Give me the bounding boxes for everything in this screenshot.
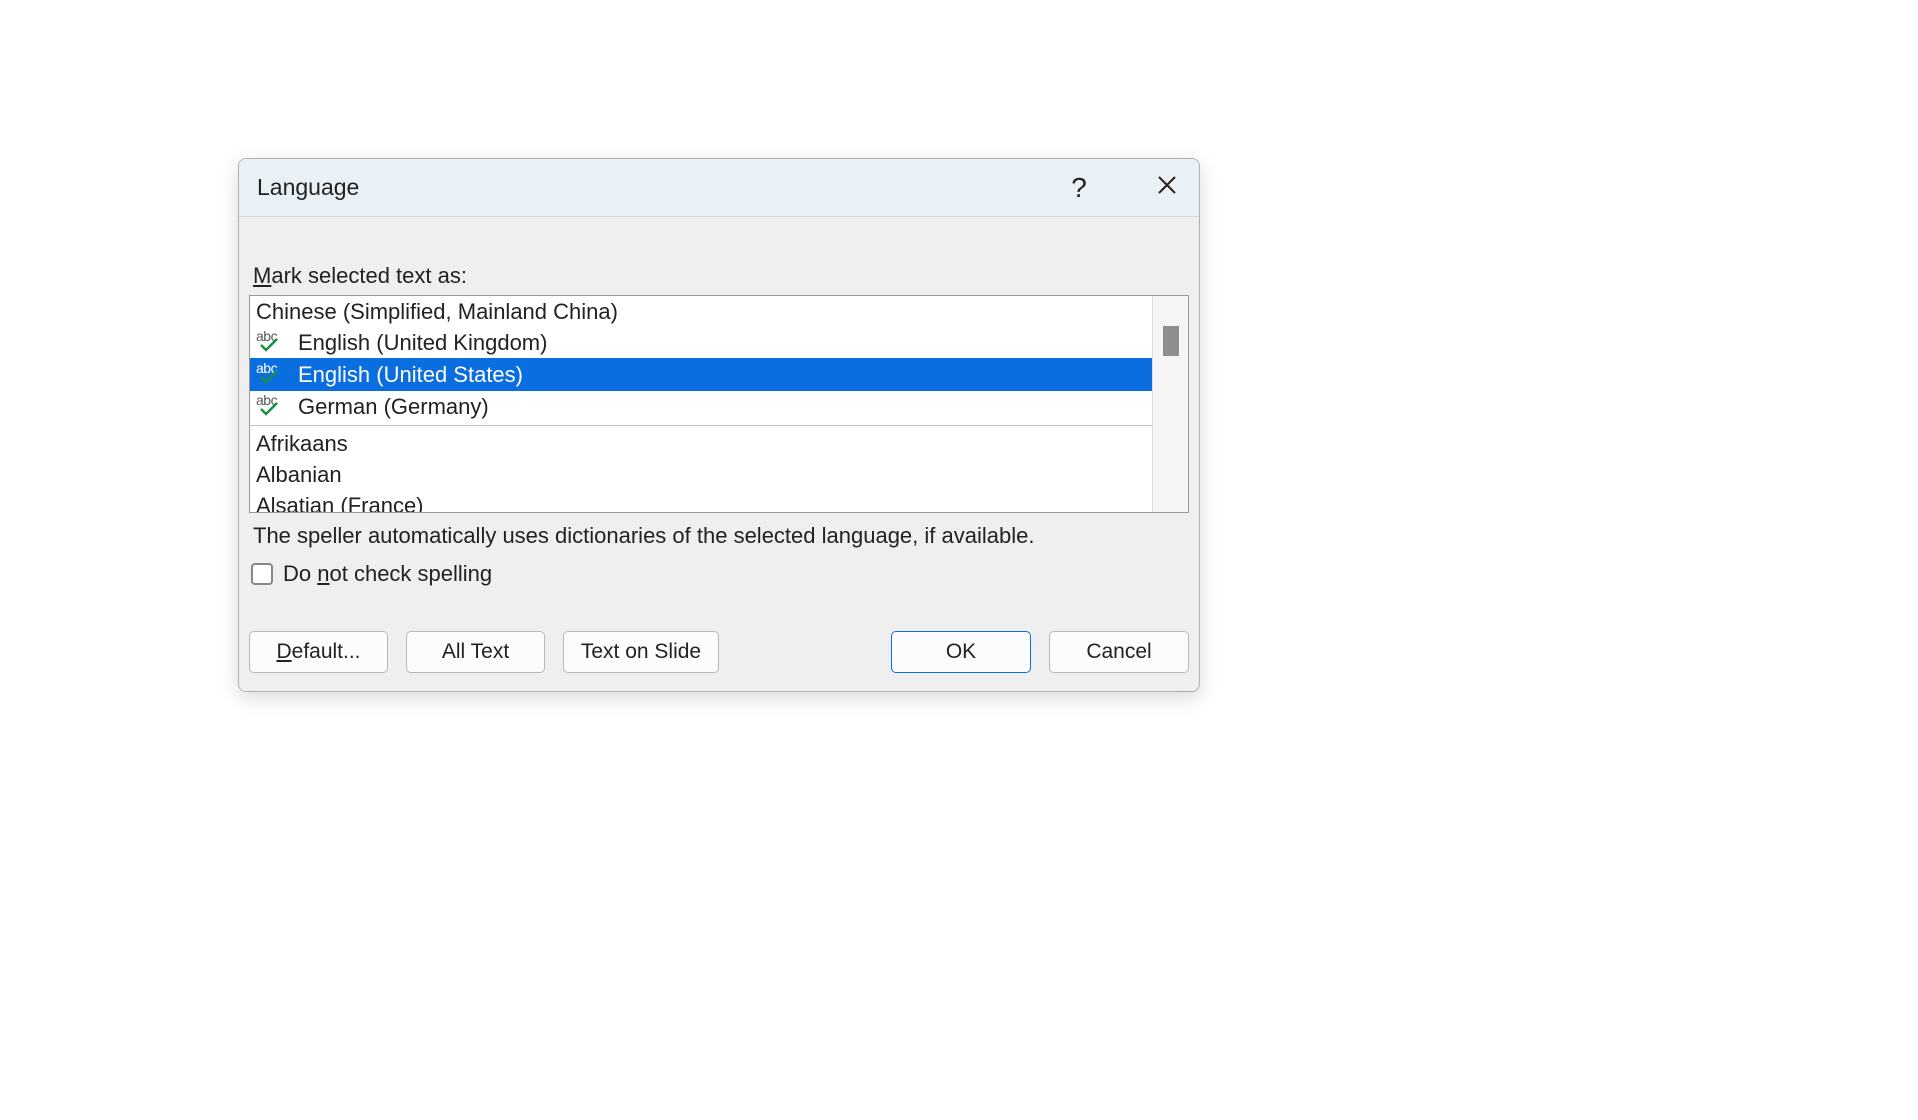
list-item[interactable]: Chinese (Simplified, Mainland China): [250, 296, 1152, 327]
list-item[interactable]: abc English (United Kingdom): [250, 327, 1152, 358]
list-item-selected[interactable]: abc English (United States): [250, 358, 1152, 391]
spelling-icon: abc: [256, 396, 286, 418]
language-listbox[interactable]: Chinese (Simplified, Mainland China) abc…: [249, 295, 1189, 513]
list-item[interactable]: abc German (Germany): [250, 391, 1152, 422]
spelling-icon: abc: [256, 332, 286, 354]
titlebar-buttons: ?: [1063, 172, 1183, 204]
titlebar: Language ?: [239, 159, 1199, 217]
list-item-label: English (United States): [298, 364, 1152, 386]
scrollbar[interactable]: [1152, 296, 1188, 512]
speller-info-text: The speller automatically uses dictionar…: [253, 523, 1189, 549]
do-not-check-spelling-row: Do not check spelling: [251, 561, 1189, 587]
do-not-check-spelling-label: Do not check spelling: [283, 561, 492, 587]
cancel-button[interactable]: Cancel: [1049, 631, 1189, 673]
language-dialog: Language ? Mark selected text as: Chines…: [238, 158, 1200, 692]
list-item-label: English (United Kingdom): [298, 332, 1152, 354]
mark-selected-label: Mark selected text as:: [253, 263, 1189, 289]
list-item-label: Albanian: [256, 464, 1152, 486]
scrollbar-thumb[interactable]: [1163, 326, 1179, 356]
list-item-label: Chinese (Simplified, Mainland China): [256, 301, 1152, 323]
dialog-body: Mark selected text as: Chinese (Simplifi…: [239, 217, 1199, 691]
close-button[interactable]: [1151, 172, 1183, 204]
list-item-label: Alsatian (France): [256, 495, 1152, 513]
list-item[interactable]: Alsatian (France): [250, 490, 1152, 512]
help-button[interactable]: ?: [1063, 172, 1095, 204]
text-on-slide-button[interactable]: Text on Slide: [563, 631, 719, 673]
list-item-label: Afrikaans: [256, 433, 1152, 455]
spelling-icon: abc: [256, 364, 286, 386]
ok-button[interactable]: OK: [891, 631, 1031, 673]
do-not-check-spelling-checkbox[interactable]: [251, 563, 273, 585]
check-icon: [260, 396, 278, 422]
dialog-title: Language: [257, 174, 1063, 201]
check-icon: [260, 364, 278, 390]
button-row: Default... All Text Text on Slide OK Can…: [249, 631, 1189, 673]
check-icon: [260, 332, 278, 358]
list-item[interactable]: Albanian: [250, 459, 1152, 490]
list-divider: [250, 425, 1152, 426]
all-text-button[interactable]: All Text: [406, 631, 545, 673]
close-icon: [1157, 175, 1177, 200]
list-item[interactable]: Afrikaans: [250, 428, 1152, 459]
list-item-label: German (Germany): [298, 396, 1152, 418]
default-button[interactable]: Default...: [249, 631, 388, 673]
list-inner: Chinese (Simplified, Mainland China) abc…: [250, 296, 1152, 512]
